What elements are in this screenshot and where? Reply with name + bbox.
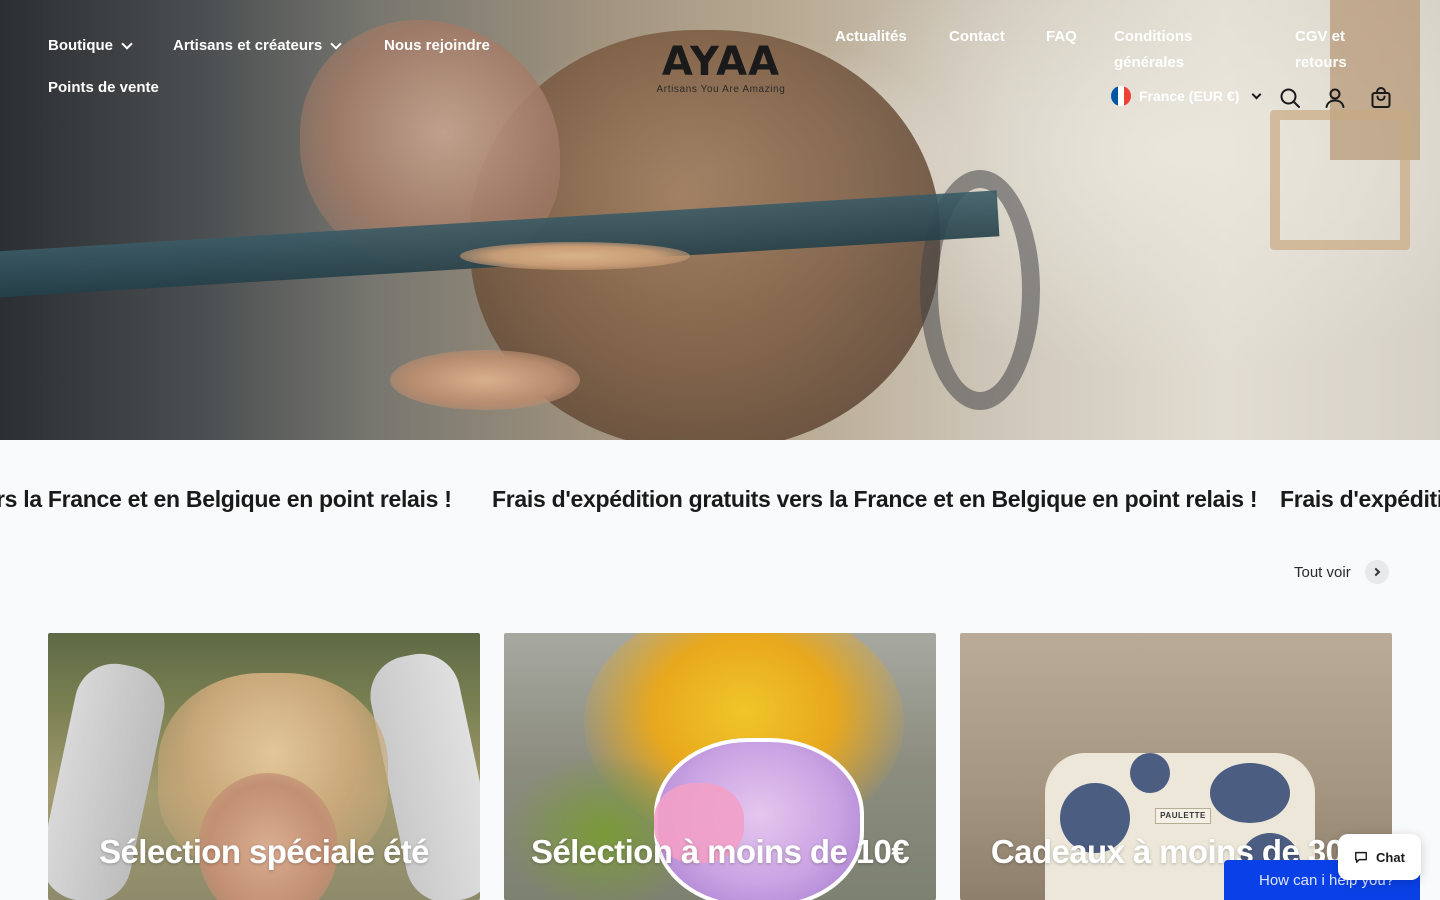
nav-item-label: Artisans et créateurs [173,37,323,54]
chevron-right-icon [1364,560,1389,584]
nav-item-boutique[interactable]: Boutique [48,37,133,54]
nav-item-label: Boutique [48,37,113,54]
cart-icon[interactable] [1369,86,1393,110]
site-logo[interactable]: AYAA Artisans You Are Amazing [645,42,797,95]
nav-item-label: Points de vente [48,79,159,96]
hero-sawdust [460,242,690,270]
chat-button[interactable]: Chat [1338,834,1421,880]
nav-item-artisans[interactable]: Artisans et créateurs [173,37,342,54]
hero-sawdust [390,350,580,410]
nav-item-faq[interactable]: FAQ [1046,24,1077,50]
nav-item-points-de-vente[interactable]: Points de vente [48,79,159,96]
nav-item-label: Nous rejoindre [384,37,490,54]
collection-card-title: Sélection à moins de 10€ [530,833,910,870]
account-icon[interactable] [1323,86,1347,110]
nav-item-cgv-retours[interactable]: CGV et retours [1295,24,1375,76]
hero-bg-shape [1270,110,1410,250]
france-flag-icon [1111,86,1131,106]
announcement-marquee: rs la France et en Belgique en point rel… [0,440,1440,560]
nav-item-nous-rejoindre[interactable]: Nous rejoindre [384,37,490,54]
view-all-label: Tout voir [1294,563,1351,581]
marquee-text: Frais d'expéditic [1280,486,1440,512]
nav-item-contact[interactable]: Contact [949,24,1005,50]
chat-button-label: Chat [1376,849,1405,865]
logo-subtitle: Artisans You Are Amazing [656,84,786,95]
chevron-down-icon [121,37,133,50]
nav-item-actualites[interactable]: Actualités [835,24,907,50]
logo-title: AYAA [661,39,781,85]
chevron-down-icon [1251,89,1262,100]
locale-selector[interactable]: France (EUR €) [1111,86,1262,106]
marquee-text: Frais d'expédition gratuits vers la Fran… [492,486,1258,512]
card-image-shape [1210,763,1290,823]
chevron-down-icon [330,37,342,50]
search-icon[interactable] [1278,86,1302,110]
collection-card-title: Sélection spéciale été [99,833,429,870]
locale-label: France (EUR €) [1139,88,1240,104]
collection-card-moins-10[interactable]: Sélection à moins de 10€ [504,633,936,900]
view-all-link[interactable]: Tout voir [1294,560,1389,584]
marquee-text: rs la France et en Belgique en point rel… [0,486,452,512]
collection-card-ete[interactable]: Sélection spéciale été [48,633,480,900]
chat-bubble-icon [1355,851,1367,863]
card-image-shape [1130,753,1170,793]
bag-label: PAULETTE [1155,808,1211,824]
nav-item-conditions-generales[interactable]: Conditions générales [1114,24,1224,76]
